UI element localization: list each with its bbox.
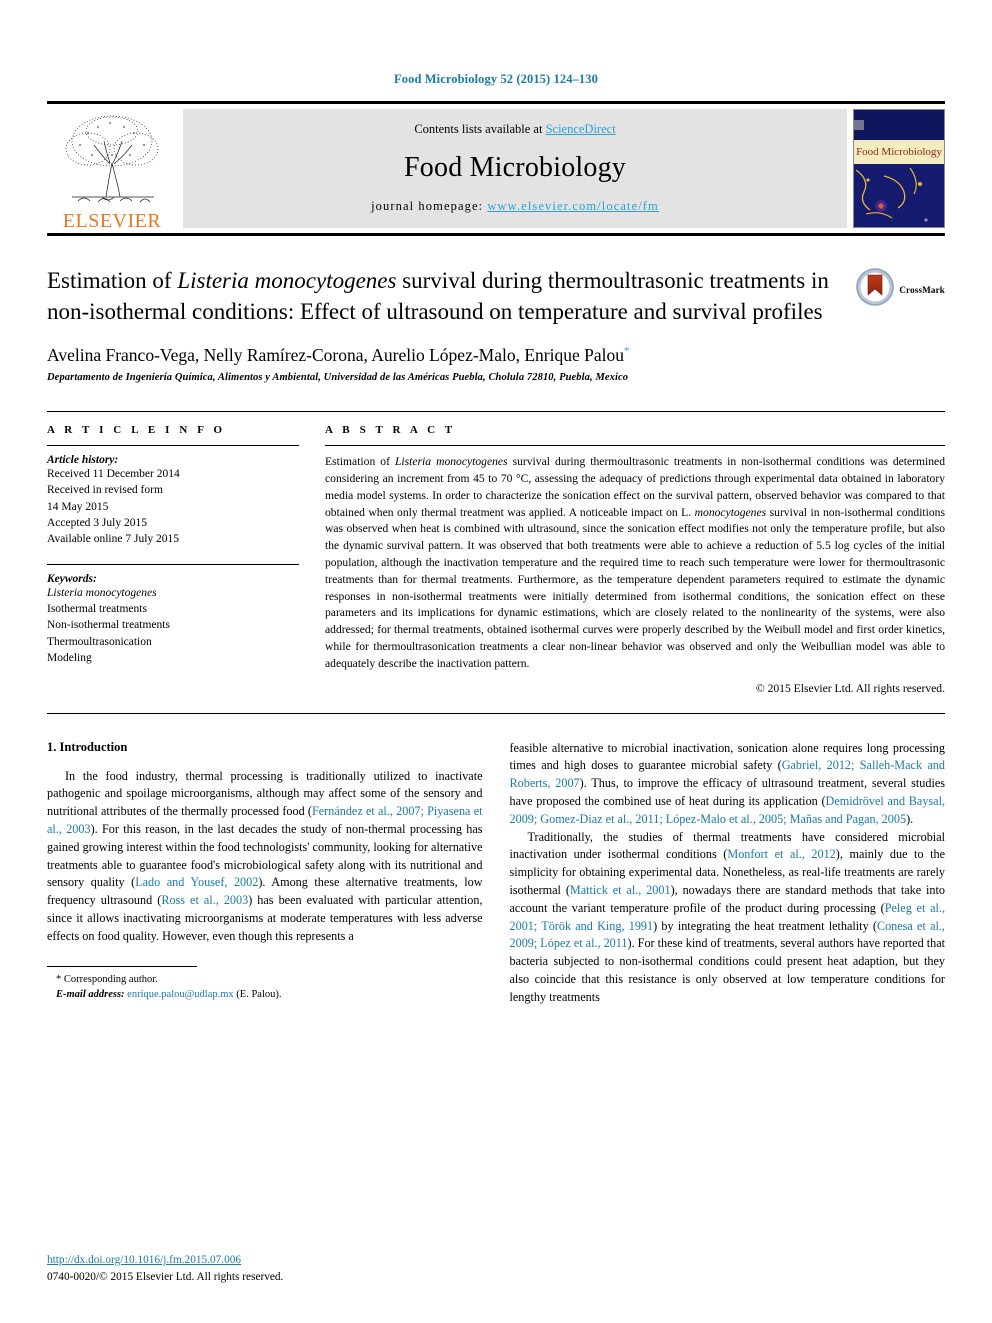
doi-link[interactable]: http://dx.doi.org/10.1016/j.fm.2015.07.0… (47, 1254, 241, 1266)
history-item: 14 May 2015 (47, 500, 109, 513)
text-run: ). (906, 811, 914, 826)
masthead-center: Contents lists available at ScienceDirec… (183, 109, 847, 228)
author-names: Avelina Franco-Vega, Nelly Ramírez-Coron… (47, 345, 624, 366)
article-history-label: Article history: (47, 454, 119, 467)
body-column-right: feasible alternative to microbial inacti… (510, 740, 946, 1093)
title-block: Estimation of Listeria monocytogenes sur… (47, 266, 945, 383)
history-item: Received 11 December 2014 (47, 468, 180, 481)
paragraph: Traditionally, the studies of thermal tr… (510, 829, 946, 1007)
crossmark-label: CrossMark (899, 284, 945, 295)
contents-available-line: Contents lists available at ScienceDirec… (414, 122, 615, 137)
email-label: E-mail address: (56, 988, 125, 1000)
page-title: Estimation of Listeria monocytogenes sur… (47, 266, 837, 327)
crossmark-icon (856, 268, 895, 311)
article-page: Food Microbiology 52 (2015) 124–130 ELSE… (0, 0, 992, 1323)
keyword-item: Thermoultrasonication (47, 635, 152, 648)
abstract-text: Estimation of Listeria monocytogenes sur… (325, 454, 945, 672)
history-item: Received in revised form (47, 484, 163, 497)
title-part-1: Estimation of (47, 268, 178, 293)
citation-link[interactable]: Monfort et al., 2012 (727, 847, 835, 861)
running-head: Food Microbiology 52 (2015) 124–130 (394, 72, 598, 86)
title-species-name: Listeria monocytogenes (177, 268, 397, 293)
abstract-species-1: Listeria monocytogenes (394, 455, 508, 469)
divider (47, 445, 299, 447)
article-info-column: A R T I C L E I N F O Article history: R… (47, 424, 299, 694)
keyword-item: Isothermal treatments (47, 603, 147, 616)
paragraph: In the food industry, thermal processing… (47, 768, 483, 946)
keywords-label: Keywords: (47, 572, 97, 585)
article-info-heading: A R T I C L E I N F O (47, 424, 226, 437)
keywords-block: Keywords: Listeria monocytogenes Isother… (47, 563, 299, 667)
journal-homepage-link[interactable]: www.elsevier.com/locate/fm (487, 199, 659, 213)
citation-link[interactable]: Ross et al., 2003 (161, 893, 248, 907)
keyword-item: Modeling (47, 652, 92, 665)
body-column-left: 1. Introduction In the food industry, th… (47, 740, 483, 1093)
issn-copyright-line: 0740-0020/© 2015 Elsevier Ltd. All right… (47, 1271, 284, 1284)
author-list: Avelina Franco-Vega, Nelly Ramírez-Coron… (47, 345, 945, 366)
text-run: ) by integrating the heat treatment leth… (653, 918, 877, 933)
citation-link[interactable]: Mattick et al., 2001 (570, 883, 671, 897)
sciencedirect-link[interactable]: ScienceDirect (546, 122, 616, 136)
history-item: Available online 7 July 2015 (47, 533, 180, 546)
section-title-introduction: 1. Introduction (47, 739, 128, 754)
abstract-heading: A B S T R A C T (325, 424, 456, 437)
paragraph: feasible alternative to microbial inacti… (510, 740, 946, 829)
keyword-item: Non-isothermal treatments (47, 619, 170, 632)
homepage-prefix: journal homepage: (371, 199, 488, 213)
abstract-species-2: monocytogenes (694, 505, 767, 519)
keyword-item: Listeria monocytogenes (47, 586, 157, 599)
abstract-part-1: Estimation of (325, 455, 395, 469)
abstract-copyright: © 2015 Elsevier Ltd. All rights reserved… (755, 681, 945, 695)
divider (325, 445, 945, 447)
crossmark-badge[interactable]: CrossMark (856, 268, 945, 311)
footnote-block: * Corresponding author. (47, 965, 197, 987)
divider (47, 563, 299, 565)
doi-footer: http://dx.doi.org/10.1016/j.fm.2015.07.0… (47, 1252, 283, 1286)
email-suffix: (E. Palou). (233, 988, 282, 1000)
elsevier-wordmark: ELSEVIER (62, 210, 162, 232)
journal-cover-thumbnail: Food Microbiology (853, 109, 945, 228)
history-item: Accepted 3 July 2015 (47, 517, 147, 530)
elsevier-logo: ELSEVIER (47, 109, 177, 232)
cover-artwork (854, 110, 944, 227)
journal-homepage-line: journal homepage: www.elsevier.com/locat… (371, 199, 659, 214)
journal-title: Food Microbiology (404, 152, 626, 183)
info-abstract-section: A R T I C L E I N F O Article history: R… (47, 411, 945, 695)
citation-link[interactable]: Lado and Yousef, 2002 (135, 875, 258, 889)
body-section: 1. Introduction In the food industry, th… (47, 712, 946, 1093)
email-link[interactable]: enrique.palou@udlap.mx (127, 989, 233, 1000)
journal-masthead: ELSEVIER Contents lists available at Sci… (47, 101, 945, 236)
abstract-column: A B S T R A C T Estimation of Listeria m… (325, 424, 945, 695)
corresponding-author-note: * Corresponding author. (56, 973, 158, 985)
abstract-part-3: survival in non-isothermal conditions wa… (325, 505, 945, 670)
contents-prefix: Contents lists available at (414, 122, 546, 136)
elsevier-tree-icon (58, 111, 166, 211)
affiliation: Departamento de Ingeniería Química, Alim… (47, 372, 629, 384)
corresponding-author-marker: * (624, 345, 630, 358)
footnote-email-line: E-mail address: enrique.palou@udlap.mx (… (47, 987, 483, 1002)
